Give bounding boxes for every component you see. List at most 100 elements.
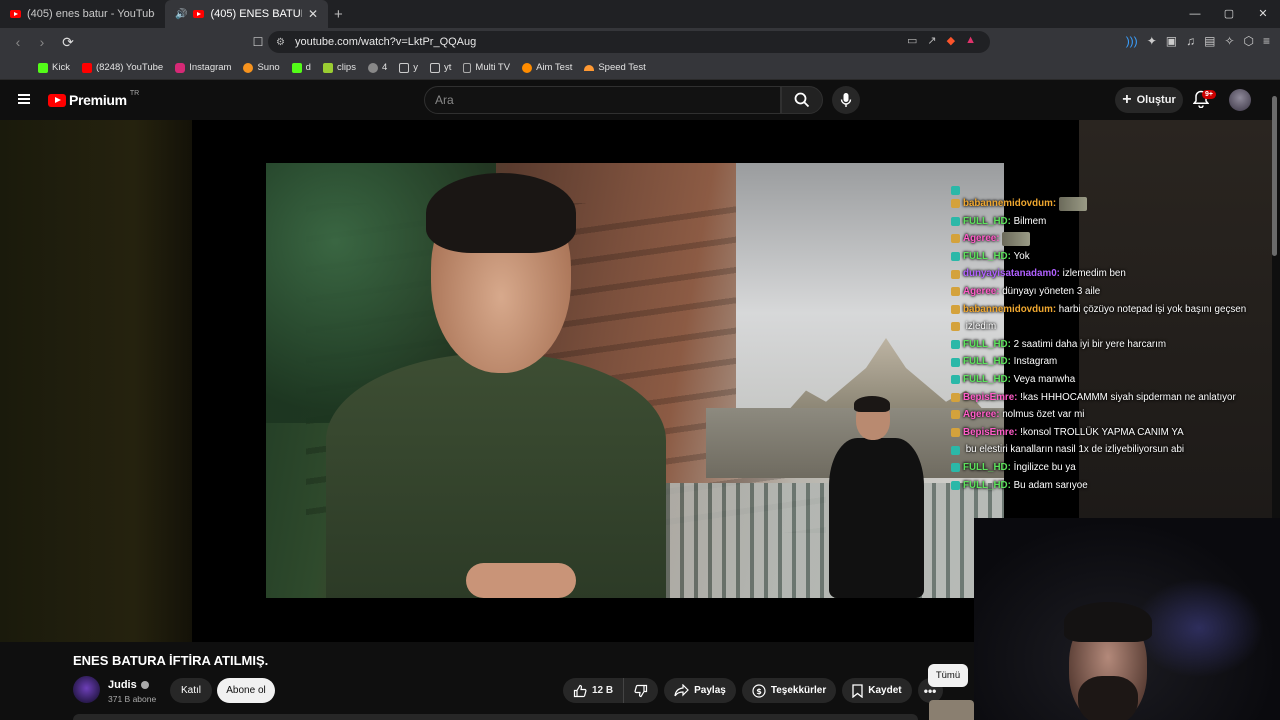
like-dislike-group: 12 B xyxy=(563,678,659,703)
forward-icon[interactable]: › xyxy=(32,34,52,50)
chat-username[interactable]: Ageree: xyxy=(963,283,999,301)
tab-active-video[interactable]: 🔊 (405) ENES BATURA İFTİRA AT ✕ xyxy=(165,0,328,28)
subscriber-badge-icon xyxy=(951,410,960,420)
bookmark-speed-test[interactable]: Speed Test xyxy=(584,62,646,73)
figure-shirt xyxy=(829,438,924,598)
window-controls: — ▢ ✕ xyxy=(1178,0,1280,28)
video-title: ENES BATURA İFTİRA ATILMIŞ. xyxy=(73,653,269,668)
new-tab-button[interactable]: + xyxy=(334,6,343,23)
brave-rewards-icon[interactable]: ▲ xyxy=(965,34,976,47)
chat-username[interactable]: BepisEmre: xyxy=(963,389,1017,407)
description-box[interactable] xyxy=(73,714,918,720)
subscriber-badge-icon xyxy=(951,357,960,367)
bookmark-aim-test[interactable]: Aim Test xyxy=(522,62,572,73)
subscriber-badge-icon xyxy=(951,234,960,244)
bookmark-suno[interactable]: Suno xyxy=(243,62,280,73)
leo-ai-icon[interactable]: ✧ xyxy=(1224,34,1234,48)
music-icon[interactable]: ♫ xyxy=(1186,34,1195,48)
chat-username[interactable]: FULL_HD: xyxy=(963,248,1011,266)
subscribe-button[interactable]: Abone ol xyxy=(217,678,275,703)
presenter-hands xyxy=(466,563,576,598)
menu-icon[interactable]: ≡ xyxy=(1263,34,1270,48)
bookmark-youtube[interactable]: (8248) YouTube xyxy=(81,62,163,73)
thumbs-down-icon xyxy=(634,684,648,697)
search-button[interactable] xyxy=(781,86,823,114)
minimize-button[interactable]: — xyxy=(1178,0,1212,28)
bookmark-multi-tv[interactable]: Multi TV xyxy=(463,62,510,73)
bookmark-kick[interactable]: Kick xyxy=(38,62,70,73)
create-button[interactable]: + Oluştur xyxy=(1115,87,1183,113)
video-frame[interactable] xyxy=(266,163,1004,598)
speaker-icon[interactable]: 🔊 xyxy=(175,9,187,20)
close-tab-icon[interactable]: ✕ xyxy=(308,7,318,21)
chat-username[interactable]: FULL_HD: xyxy=(963,477,1011,495)
chat-message: FULL_HD: Veya manwha xyxy=(951,371,1276,389)
site-info-icon[interactable]: ⚙ xyxy=(276,37,285,48)
join-button[interactable]: Katıl xyxy=(170,678,212,703)
speed-icon xyxy=(584,64,595,71)
streamer-webcam xyxy=(974,518,1280,720)
dislike-button[interactable] xyxy=(624,678,658,703)
vpn-icon[interactable]: ⬡ xyxy=(1244,34,1254,48)
account-avatar[interactable] xyxy=(1229,89,1251,111)
bookmark-page-icon[interactable]: ☐ xyxy=(248,35,268,49)
chat-username[interactable]: Ageree: xyxy=(963,230,999,248)
chat-username[interactable]: babannemidovdum: xyxy=(963,195,1056,213)
subscriber-count: 371 B abone xyxy=(108,694,157,704)
chat-message: Ageree: dünyayı yöneten 3 aile xyxy=(951,283,1276,301)
brave-shield-icon[interactable]: ◆ xyxy=(947,34,955,47)
suno-icon xyxy=(243,62,254,73)
maximize-button[interactable]: ▢ xyxy=(1212,0,1246,28)
chat-username[interactable]: FULL_HD: xyxy=(963,371,1011,389)
reload-icon[interactable]: ⟳ xyxy=(58,34,78,51)
chat-text: 2 saatimi daha iyi bir yere harcarım xyxy=(1010,338,1167,350)
chat-username[interactable]: dunyayisatanadam0: xyxy=(963,265,1060,283)
bookmark-clips[interactable]: clips xyxy=(322,62,356,73)
extensions-icon[interactable]: ✦ xyxy=(1147,34,1157,48)
menu-hamburger-icon[interactable] xyxy=(18,94,30,104)
chat-username[interactable]: Ageree: xyxy=(963,406,999,424)
close-window-button[interactable]: ✕ xyxy=(1246,0,1280,28)
back-icon[interactable]: ‹ xyxy=(8,34,28,50)
youtube-premium-logo[interactable]: Premium TR xyxy=(48,90,139,108)
recommended-thumbnail[interactable] xyxy=(929,700,974,720)
audio-wave-icon[interactable]: ))) xyxy=(1126,34,1138,48)
chat-username[interactable]: FULL_HD: xyxy=(963,353,1011,371)
install-app-icon[interactable]: ▭ xyxy=(907,34,917,47)
bookmark-4[interactable]: 4 xyxy=(367,62,387,73)
chat-username[interactable]: BepisEmre: xyxy=(963,424,1017,442)
chat-text: Yok xyxy=(1010,250,1030,262)
tab-enes-batur[interactable]: (405) enes batur - YouTube xyxy=(0,0,165,28)
thanks-button[interactable]: $ Teşekkürler xyxy=(741,678,837,703)
wallet-icon[interactable]: ▤ xyxy=(1204,34,1215,48)
like-button[interactable]: 12 B xyxy=(563,678,625,703)
bookmark-folder-yt[interactable]: yt xyxy=(430,62,451,73)
channel-avatar[interactable] xyxy=(73,676,100,703)
chat-username[interactable]: FULL_HD: xyxy=(963,336,1011,354)
chat-message: FULL_HD: Bu adam sarıyoe xyxy=(951,477,1276,495)
search-input[interactable]: Ara xyxy=(424,86,781,114)
tab-search-icon[interactable]: ▣ xyxy=(1166,34,1177,48)
bookmark-folder-y[interactable]: y xyxy=(399,62,418,73)
share-button[interactable]: Paylaş xyxy=(664,678,736,703)
url-bar[interactable]: ⚙ youtube.com/watch?v=LktPr_QQAug ▭ ↗ ◆ … xyxy=(268,31,990,53)
channel-name[interactable]: Judis xyxy=(108,679,149,691)
streamer-beard xyxy=(1078,676,1138,720)
chat-username[interactable]: babannemidovdum: xyxy=(963,301,1056,319)
voice-search-button[interactable] xyxy=(832,86,860,114)
chat-text: izledim xyxy=(963,321,997,333)
chat-username[interactable]: FULL_HD: xyxy=(963,459,1011,477)
folder-icon xyxy=(430,62,441,73)
chat-message: dunyayisatanadam0: izlemedim ben xyxy=(951,265,1276,283)
save-button[interactable]: Kaydet xyxy=(842,678,912,703)
bookmark-d[interactable]: d xyxy=(291,62,311,73)
chat-text: Instagram xyxy=(1010,356,1058,368)
chat-text: Bilmem xyxy=(1010,215,1047,227)
share-page-icon[interactable]: ↗ xyxy=(927,34,936,47)
filter-chip-all[interactable]: Tümü xyxy=(928,664,968,687)
subscriber-badge-icon xyxy=(951,287,960,297)
bookmark-instagram[interactable]: Instagram xyxy=(175,62,231,73)
url-text: youtube.com/watch?v=LktPr_QQAug xyxy=(294,36,477,48)
search-icon xyxy=(794,92,810,108)
chat-username[interactable]: FULL_HD: xyxy=(963,213,1011,231)
